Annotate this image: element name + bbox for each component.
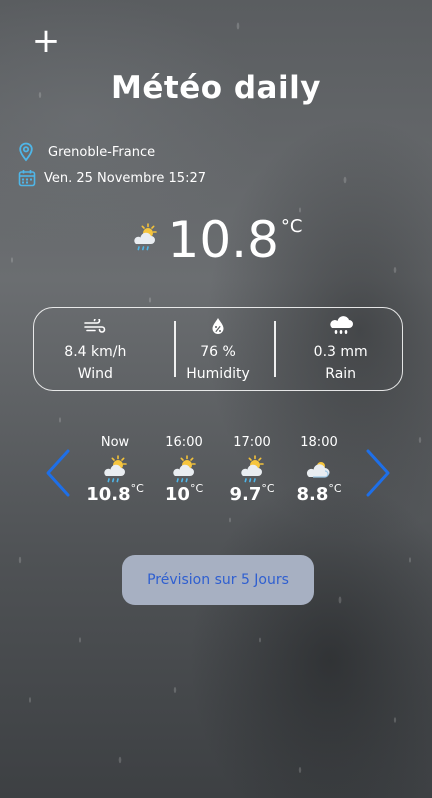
chevron-left-icon bbox=[46, 449, 70, 497]
hourly-item: 16:00 10°C bbox=[156, 435, 212, 505]
stats-divider bbox=[174, 321, 176, 377]
humidity-value: 76 % bbox=[200, 344, 236, 360]
calendar-icon bbox=[18, 170, 36, 187]
current-temperature-unit: °C bbox=[280, 216, 303, 237]
add-city-button[interactable]: + bbox=[30, 24, 62, 58]
app-title: Météo daily bbox=[111, 70, 321, 106]
raindrops-overlay bbox=[11, 22, 422, 773]
hourly-temperature: 9.7°C bbox=[229, 482, 275, 505]
date-text: Ven. 25 Novembre 15:27 bbox=[44, 170, 206, 186]
humidity-icon bbox=[212, 318, 224, 334]
hourly-time: 18:00 bbox=[300, 435, 338, 450]
current-temperature: 10.8 bbox=[167, 211, 279, 269]
hourly-time: 16:00 bbox=[165, 435, 203, 450]
stats-divider bbox=[274, 321, 276, 377]
next-hours-button[interactable] bbox=[364, 448, 392, 498]
stat-wind: 8.4 km/h Wind bbox=[34, 308, 157, 390]
humidity-label: Humidity bbox=[186, 366, 250, 382]
sun-cloud-rain-icon bbox=[104, 455, 127, 483]
five-day-forecast-button[interactable]: Prévision sur 5 Jours bbox=[122, 555, 314, 605]
current-weather: 10.8 °C bbox=[0, 212, 432, 272]
chevron-right-icon bbox=[366, 449, 390, 497]
wind-icon bbox=[84, 319, 106, 333]
hourly-item: Now 10.8°C bbox=[86, 435, 144, 505]
hourly-time: 17:00 bbox=[233, 435, 271, 450]
hourly-item: 18:00 8.8°C bbox=[291, 435, 347, 505]
sun-cloud-rain-icon bbox=[241, 455, 264, 483]
location-text: Grenoble-France bbox=[48, 144, 156, 160]
previous-hours-button[interactable] bbox=[44, 448, 72, 498]
sun-cloud-rain-icon bbox=[133, 223, 157, 251]
hourly-temperature: 8.8°C bbox=[296, 482, 342, 505]
rain-cloud-icon bbox=[329, 316, 353, 334]
date-row: Ven. 25 Novembre 15:27 bbox=[18, 167, 206, 189]
hourly-temperature: 10.8°C bbox=[86, 482, 144, 505]
location-pin-icon bbox=[19, 142, 33, 162]
sun-cloud-rain-icon bbox=[173, 455, 196, 483]
hourly-item: 17:00 9.7°C bbox=[224, 435, 280, 505]
wind-label: Wind bbox=[77, 366, 113, 382]
weather-stats-card: 8.4 km/h Wind 76 % Humidity 0.3 mm Rain bbox=[33, 307, 403, 391]
rain-label: Rain bbox=[325, 366, 357, 382]
hourly-temperature: 10°C bbox=[164, 482, 204, 505]
location-row: Grenoble-France bbox=[18, 141, 155, 163]
stat-rain: 0.3 mm Rain bbox=[279, 308, 402, 390]
cloudy-icon bbox=[306, 462, 330, 478]
hourly-time: Now bbox=[100, 435, 130, 450]
rain-value: 0.3 mm bbox=[313, 344, 368, 360]
wind-value: 8.4 km/h bbox=[64, 344, 127, 360]
